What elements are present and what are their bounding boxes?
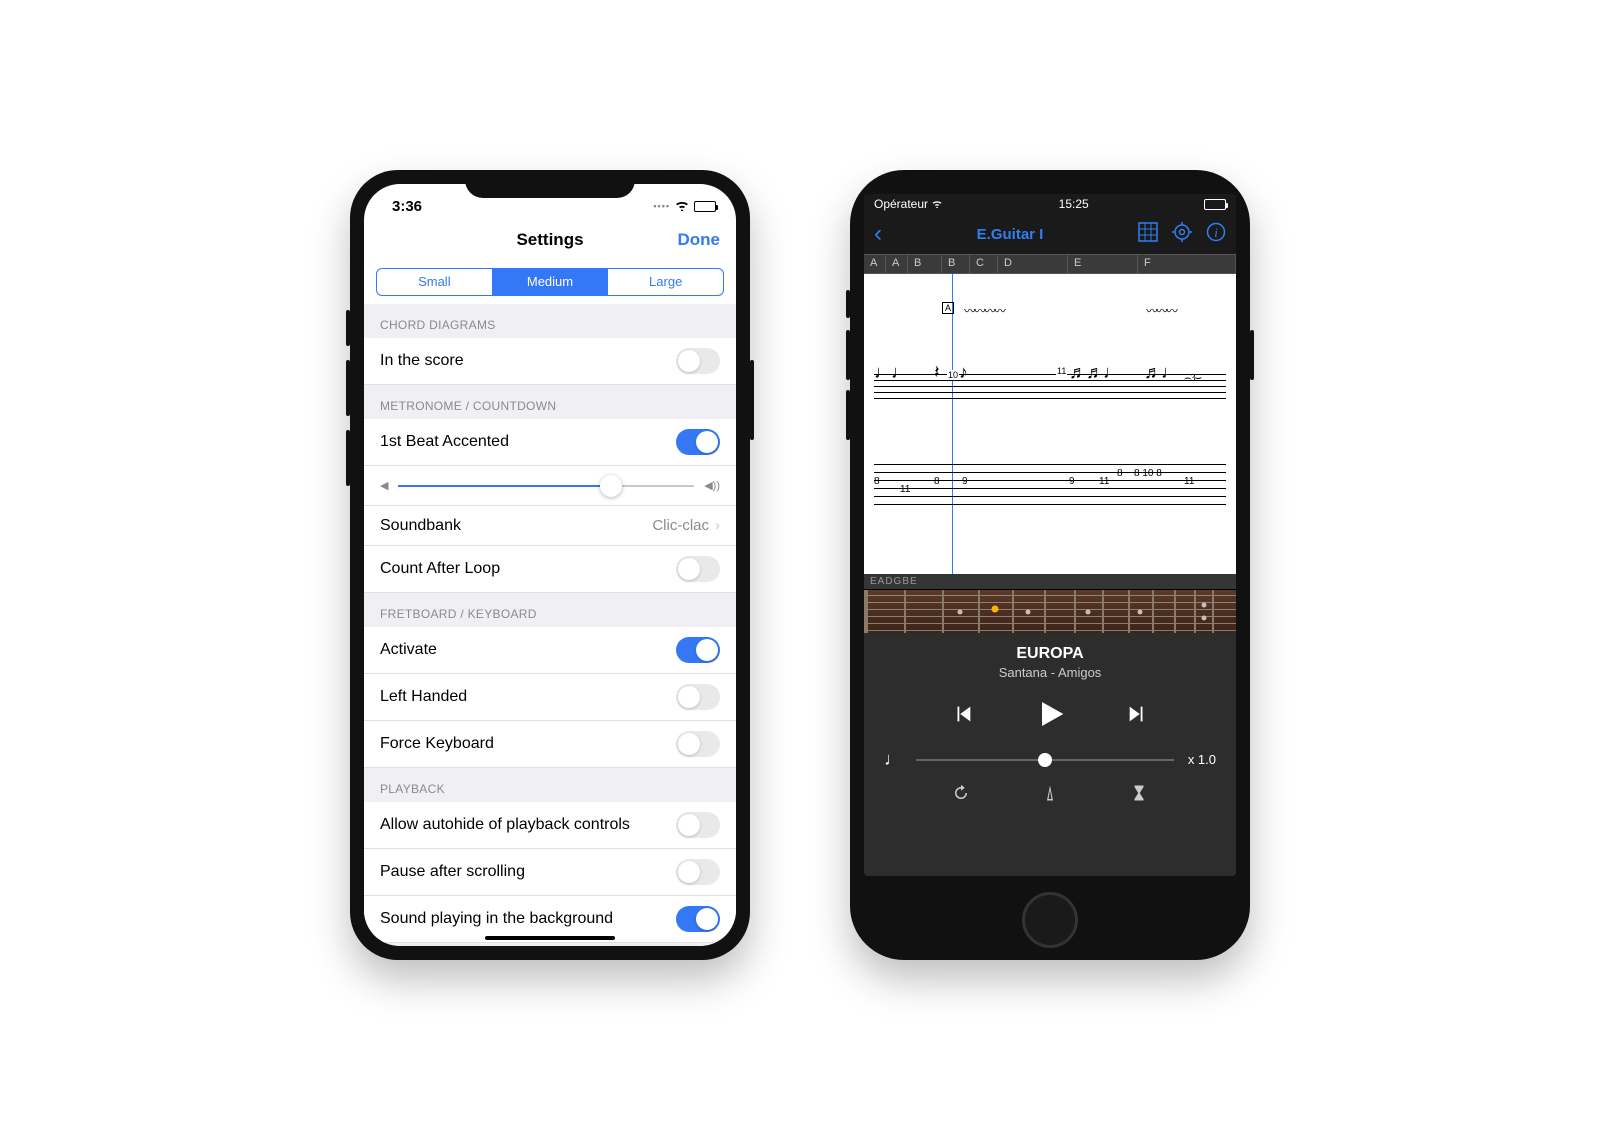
- section-header-interface: INTERFACE: [364, 943, 736, 946]
- toggle-in-score[interactable]: [676, 348, 720, 374]
- countdown-icon[interactable]: [1130, 784, 1148, 807]
- segment-small[interactable]: Small: [377, 269, 492, 295]
- fretboard-icon[interactable]: [1138, 222, 1158, 247]
- active-note-dot: [992, 606, 999, 613]
- battery-icon: [694, 201, 716, 212]
- row-volume-slider[interactable]: ◀ ◀)): [364, 466, 736, 506]
- track-title: E.Guitar I: [977, 226, 1044, 243]
- volume-slider[interactable]: [398, 485, 694, 487]
- phone-player: Opérateur 15:25 ‹ E.Guitar I: [850, 170, 1250, 960]
- page-title: Settings: [516, 230, 583, 250]
- settings-list: CHORD DIAGRAMS In the score METRONOME / …: [364, 304, 736, 946]
- marker-item[interactable]: B: [908, 255, 942, 273]
- chevron-right-icon: ›: [715, 517, 720, 534]
- toggle-activate[interactable]: [676, 637, 720, 663]
- segment-medium[interactable]: Medium: [492, 269, 608, 295]
- section-markers[interactable]: A A B B C D E F: [864, 254, 1236, 274]
- playhead[interactable]: [952, 274, 953, 574]
- navbar: ‹ E.Guitar I i: [864, 214, 1236, 254]
- loop-icon[interactable]: [952, 784, 970, 807]
- home-button[interactable]: [1022, 892, 1078, 948]
- row-pause-scroll[interactable]: Pause after scrolling: [364, 849, 736, 896]
- status-time: 3:36: [392, 198, 422, 215]
- speed-slider[interactable]: [916, 759, 1174, 761]
- tab-staff: 8 11 8 9 9 11 8 8 10 8 11: [874, 464, 1226, 504]
- status-time: 15:25: [1059, 197, 1089, 211]
- info-icon[interactable]: i: [1206, 222, 1226, 247]
- back-button[interactable]: ‹: [874, 220, 882, 248]
- marker-item[interactable]: C: [970, 255, 998, 273]
- marker-item[interactable]: F: [1138, 255, 1236, 273]
- marker-item[interactable]: A: [864, 255, 886, 273]
- section-header-fretboard: FRETBOARD / KEYBOARD: [364, 593, 736, 627]
- toggle-autohide[interactable]: [676, 812, 720, 838]
- tuning-label: EADGBE: [864, 574, 1236, 589]
- toggle-left-handed[interactable]: [676, 684, 720, 710]
- segment-large[interactable]: Large: [607, 269, 723, 295]
- marker-item[interactable]: E: [1068, 255, 1138, 273]
- prev-button[interactable]: [952, 703, 974, 730]
- toggle-background-sound[interactable]: [676, 906, 720, 932]
- vibrato-icon: 〰〰〰: [1146, 302, 1176, 319]
- speed-label: x 1.0: [1188, 752, 1216, 767]
- toggle-force-keyboard[interactable]: [676, 731, 720, 757]
- metronome-icon[interactable]: [1041, 784, 1059, 807]
- row-autohide[interactable]: Allow autohide of playback controls: [364, 802, 736, 849]
- marker-item[interactable]: B: [942, 255, 970, 273]
- marker-item[interactable]: A: [886, 255, 908, 273]
- player-panel: EUROPA Santana - Amigos ♩ x 1.0: [864, 633, 1236, 876]
- gear-icon[interactable]: [1172, 222, 1192, 247]
- row-soundbank[interactable]: Soundbank Clic-clac ›: [364, 506, 736, 546]
- phone-settings: 3:36 •••• Settings Done Small Medium Lar…: [350, 170, 750, 960]
- toggle-pause-scroll[interactable]: [676, 859, 720, 885]
- navbar: Settings Done: [364, 220, 736, 260]
- battery-icon: [1204, 199, 1226, 210]
- section-header-chord: CHORD DIAGRAMS: [364, 304, 736, 338]
- row-in-score[interactable]: In the score: [364, 338, 736, 385]
- wifi-icon: [931, 197, 943, 211]
- row-left-handed[interactable]: Left Handed: [364, 674, 736, 721]
- tempo-note-icon: ♩: [884, 749, 902, 770]
- toggle-count-after-loop[interactable]: [676, 556, 720, 582]
- speaker-high-icon: ◀)): [704, 479, 720, 492]
- vibrato-icon: 〰〰〰〰: [964, 302, 1004, 319]
- status-bar: Opérateur 15:25: [864, 194, 1236, 214]
- section-header-metronome: METRONOME / COUNTDOWN: [364, 385, 736, 419]
- song-artist: Santana - Amigos: [999, 665, 1102, 680]
- row-count-after-loop[interactable]: Count After Loop: [364, 546, 736, 593]
- row-force-keyboard[interactable]: Force Keyboard: [364, 721, 736, 768]
- cellular-dots-icon: ••••: [653, 201, 670, 211]
- fretboard-view[interactable]: [864, 589, 1236, 633]
- soundbank-value: Clic-clac: [652, 517, 709, 534]
- next-button[interactable]: [1126, 703, 1148, 730]
- marker-item[interactable]: D: [998, 255, 1068, 273]
- notch: [465, 170, 635, 198]
- svg-text:i: i: [1214, 225, 1218, 240]
- song-title: EUROPA: [1016, 645, 1083, 663]
- row-activate[interactable]: Activate: [364, 627, 736, 674]
- done-button[interactable]: Done: [678, 230, 721, 250]
- score-section-marker: A: [942, 302, 954, 314]
- size-segmented-control[interactable]: Small Medium Large: [376, 268, 724, 296]
- carrier-label: Opérateur: [874, 197, 928, 211]
- toggle-first-beat[interactable]: [676, 429, 720, 455]
- wifi-icon: [674, 198, 690, 215]
- speaker-low-icon: ◀: [380, 479, 388, 492]
- music-staff: ♩♩ 𝄽 10 ♪ 11 ♬♬♩ ♬♩ ⌢3⌣: [874, 374, 1226, 404]
- score-view[interactable]: A 〰〰〰〰 〰〰〰 ♩♩ 𝄽 10 ♪ 11 ♬♬♩ ♬♩ ⌢3⌣ 8 11 …: [864, 274, 1236, 574]
- row-first-beat[interactable]: 1st Beat Accented: [364, 419, 736, 466]
- section-header-playback: PLAYBACK: [364, 768, 736, 802]
- home-indicator: [485, 936, 615, 940]
- play-button[interactable]: [1034, 698, 1066, 735]
